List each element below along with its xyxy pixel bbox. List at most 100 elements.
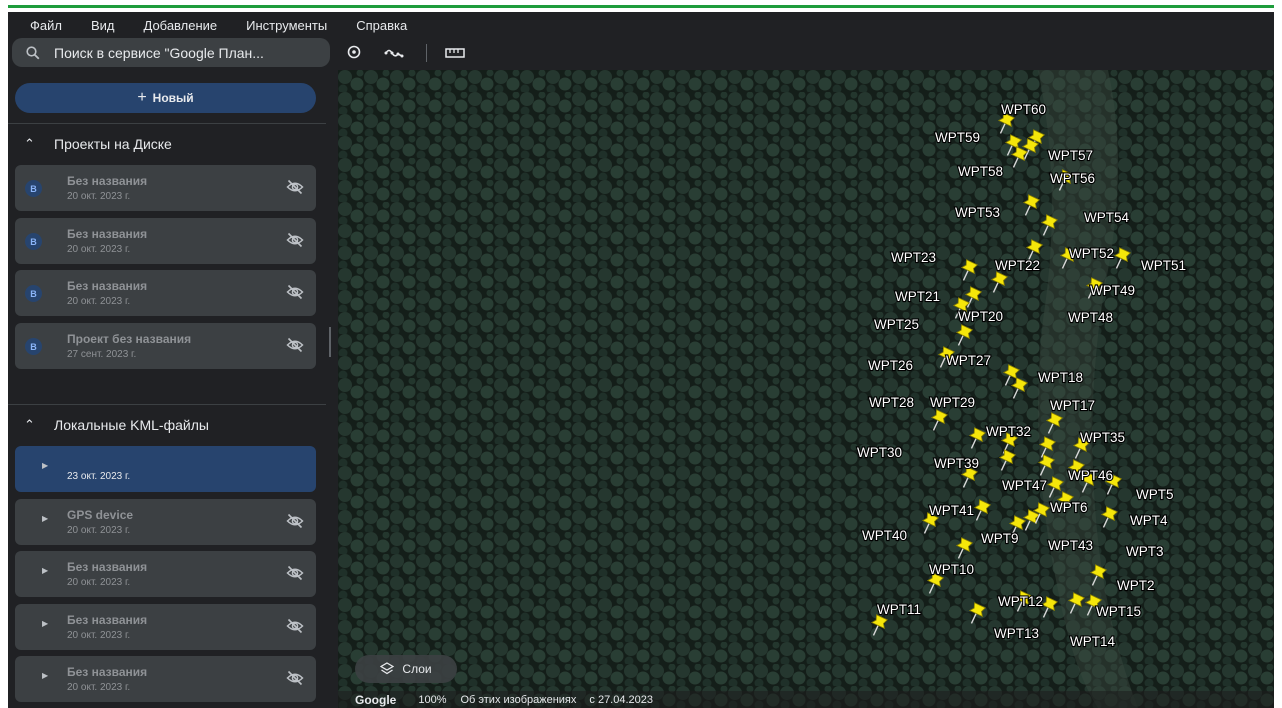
visibility-off-icon[interactable] [286,232,304,253]
kml-item[interactable]: ▶ Без названия 20 окт. 2023 г. [15,656,316,702]
waypoint-label[interactable]: WPT30 [856,444,903,461]
satellite-map[interactable]: WPT60 WPT59 WPT57 WPT58 WPT56 WPT53 WPT54 WPT23… [338,70,1274,708]
drive-section-header[interactable]: ⌃ Проекты на Диске [8,126,326,162]
waypoint-label[interactable]: WPT20 [957,308,1004,325]
menu-view[interactable]: Вид [91,18,115,33]
kml-item[interactable]: ▶ Без названия 20 окт. 2023 г. [15,604,316,650]
waypoint-label[interactable]: WPT26 [867,357,914,374]
expand-triangle-icon[interactable]: ▶ [42,619,48,628]
menu-insert[interactable]: Добавление [144,18,218,33]
waypoint-label[interactable]: WPT39 [933,455,980,472]
project-item[interactable]: B Проект без названия 27 сент. 2023 г. [15,323,316,369]
menu-tools[interactable]: Инструменты [246,18,327,33]
expand-triangle-icon[interactable]: ▶ [42,566,48,575]
project-item[interactable]: B Без названия 20 окт. 2023 г. [15,218,316,264]
waypoint-label[interactable]: WPT29 [929,394,976,411]
sidebar-divider [8,123,326,124]
waypoint-label[interactable]: WPT27 [945,352,992,369]
visibility-off-icon[interactable] [286,670,304,691]
waypoint-label[interactable]: WPT57 [1047,147,1094,164]
waypoint-label[interactable]: WPT22 [994,257,1041,274]
waypoint-label[interactable]: WPT28 [868,394,915,411]
waypoint-label[interactable]: WPT56 [1049,170,1096,187]
waypoint-label[interactable]: WPT59 [934,129,981,146]
waypoint-label[interactable]: WPT11 [876,601,922,618]
waypoint-label[interactable]: WPT2 [1116,577,1156,594]
waypoint-label[interactable]: WPT25 [873,316,920,333]
waypoint-label[interactable]: WPT53 [954,204,1001,221]
waypoint-label[interactable]: WPT12 [997,593,1044,610]
waypoint-label[interactable]: WPT10 [928,561,975,578]
waypoint-label[interactable]: WPT4 [1129,512,1169,529]
layers-label: Слои [402,662,432,676]
kml-item-date: 20 окт. 2023 г. [67,682,131,693]
kml-item-title: GPS device [67,508,134,522]
waypoint-label[interactable]: WPT35 [1079,429,1126,446]
kml-item-selected[interactable]: ▶ 23 окт. 2023 г. [15,446,316,492]
kml-item[interactable]: ▶ Без названия 20 окт. 2023 г. [15,551,316,597]
sidebar-resize-handle[interactable] [329,327,331,357]
waypoint-label[interactable]: WPT32 [985,423,1032,440]
waypoint-label[interactable]: WPT17 [1049,397,1096,414]
path-icon[interactable] [383,42,405,64]
menu-file[interactable]: Файл [30,18,62,33]
zoom-level: 100% [418,693,447,706]
project-item[interactable]: B Без названия 20 окт. 2023 г. [15,165,316,211]
place-pin-icon[interactable] [343,42,365,64]
visibility-off-icon[interactable] [286,618,304,639]
sidebar-divider [8,404,326,405]
new-project-button[interactable]: + Новый [15,83,316,113]
kml-item-title: Без названия [67,560,148,574]
kml-item-date: 20 окт. 2023 г. [67,630,131,641]
map-view[interactable]: WPT60 WPT59 WPT57 WPT58 WPT56 WPT53 WPT54 WPT23… [338,70,1274,708]
visibility-off-icon[interactable] [286,337,304,358]
waypoint-label[interactable]: WPT49 [1089,282,1136,299]
search-input[interactable] [52,43,316,62]
project-date: 27 сент. 2023 г. [67,349,137,360]
expand-triangle-icon[interactable]: ▶ [42,461,48,470]
kml-section-header[interactable]: ⌃ Локальные KML-файлы [8,407,326,443]
project-item[interactable]: B Без названия 20 окт. 2023 г. [15,270,316,316]
waypoint-label[interactable]: WPT5 [1135,486,1175,503]
visibility-off-icon[interactable] [286,284,304,305]
menu-bar: Файл Вид Добавление Инструменты Справка [8,12,1274,38]
waypoint-label[interactable]: WPT15 [1095,603,1142,620]
waypoint-label[interactable]: WPT14 [1069,633,1117,650]
waypoint-label[interactable]: WPT6 [1049,499,1089,516]
search-box[interactable] [12,38,330,67]
waypoint-label[interactable]: WPT13 [993,625,1040,642]
waypoint-label[interactable]: WPT21 [894,288,941,305]
waypoint-label[interactable]: WPT43 [1047,537,1094,554]
layers-button[interactable]: Слои [355,655,457,683]
ruler-icon[interactable] [444,42,466,64]
waypoint-label[interactable]: WPT58 [957,163,1004,180]
waypoint-label[interactable]: WPT52 [1068,245,1115,262]
waypoint-label[interactable]: WPT60 [1000,101,1047,118]
kml-item[interactable]: ▶ GPS device 20 окт. 2023 г. [15,499,316,545]
waypoint-label[interactable]: WPT47 [1001,477,1048,494]
waypoint-label[interactable]: WPT18 [1037,369,1084,386]
waypoint-label[interactable]: WPT46 [1067,467,1114,484]
waypoint-label[interactable]: WPT41 [928,502,975,519]
project-date: 20 окт. 2023 г. [67,296,131,307]
project-avatar: B [25,233,42,250]
waypoint-label[interactable]: WPT9 [980,530,1020,547]
project-title: Без названия [67,279,148,293]
expand-triangle-icon[interactable]: ▶ [42,514,48,523]
about-imagery-link[interactable]: Об этих изображениях [460,694,576,706]
waypoint-label[interactable]: WPT23 [890,249,937,266]
waypoint-label[interactable]: WPT48 [1067,309,1114,326]
plus-icon: + [137,89,147,106]
kml-section-title: Локальные KML-файлы [54,417,209,433]
visibility-off-icon[interactable] [286,513,304,534]
waypoint-label[interactable]: WPT51 [1140,257,1187,274]
waypoint-label[interactable]: WPT54 [1083,209,1131,226]
visibility-off-icon[interactable] [286,179,304,200]
waypoint-label[interactable]: WPT40 [861,527,908,544]
expand-triangle-icon[interactable]: ▶ [42,671,48,680]
new-project-label: Новый [152,91,194,105]
menu-help[interactable]: Справка [356,18,407,33]
waypoint-label[interactable]: WPT3 [1125,543,1165,560]
top-accent-line [8,5,1274,8]
visibility-off-icon[interactable] [286,565,304,586]
